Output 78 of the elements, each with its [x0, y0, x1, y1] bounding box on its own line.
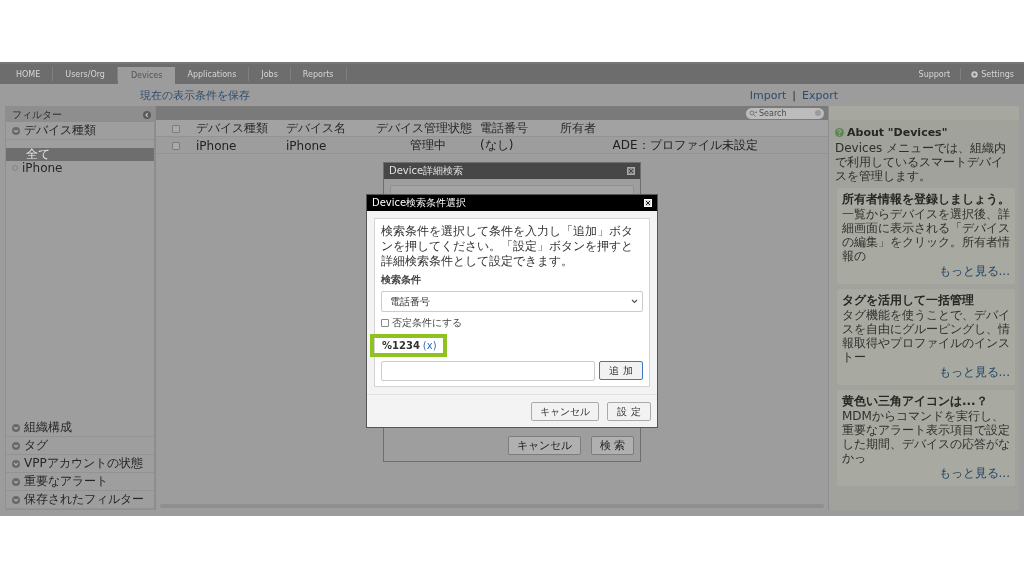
- tip-text: MDMからコマンドを実行し、重要なアラート表示項目で設定した期間、デバイスの応答がなかっ: [842, 409, 1010, 465]
- table-cell-text: 管理中: [409, 137, 447, 154]
- add-button[interactable]: 追 加: [599, 361, 643, 380]
- remove-link[interactable]: (x): [422, 340, 437, 351]
- row-checkbox[interactable]: [172, 141, 180, 150]
- chevron-icon: [12, 441, 20, 450]
- chevron-icon: [12, 477, 20, 486]
- tip-title: 黄色い三角アイコンは...？: [842, 394, 989, 408]
- more-link[interactable]: もっと見る...: [938, 263, 1010, 280]
- table-cell-text: iPhone: [196, 138, 238, 153]
- filter-item[interactable]: 全て: [6, 148, 154, 161]
- instruction-text: 検索条件を選択して条件を入力し「追加」ボタンを押してください。「設定」ボタンを押すと詳細検索条件として設定できます。: [381, 224, 634, 269]
- nav-link[interactable]: Settings: [960, 68, 1024, 80]
- select-all-checkbox[interactable]: [172, 124, 180, 133]
- filter-section-label: タグ: [24, 437, 48, 454]
- filter-title: フィルター: [12, 107, 62, 122]
- dialog-title: Device検索条件選択: [372, 196, 467, 210]
- column-header[interactable]: デバイス種類: [196, 120, 286, 137]
- filter-section[interactable]: 保存されたフィルター: [6, 491, 154, 509]
- nav-tab[interactable]: Users/Org: [53, 67, 118, 81]
- table-cell-text: (なし): [480, 137, 515, 154]
- filter-section[interactable]: 組織構成: [6, 419, 154, 437]
- chevron-down-icon: [631, 299, 638, 304]
- gear-icon: [971, 70, 979, 78]
- filter-section-label: 組織構成: [24, 419, 72, 436]
- table-cell-text: ADE：プロファイル未設定: [611, 137, 759, 154]
- filter-section[interactable]: 重要なアラート: [6, 473, 154, 491]
- help-icon: [835, 128, 844, 137]
- nav-tab[interactable]: Jobs: [249, 67, 291, 81]
- search-icon: [749, 109, 757, 117]
- close-icon[interactable]: [644, 199, 652, 207]
- tip-text: タグ機能を使うことで、デバイスを自由にグルーピングし、情報取得やプロファイルのインストー: [842, 308, 1010, 364]
- tip-text: 一覧からデバイスを選択後、詳細画面に表示される「デバイスの編集」をクリック。所有者情報の: [842, 207, 1010, 263]
- nav-tab[interactable]: Reports: [290, 67, 347, 81]
- filter-item[interactable]: iPhone: [6, 161, 154, 174]
- filter-section-label: VPPアカウントの状態: [24, 455, 143, 472]
- field-label: 検索条件: [381, 273, 422, 287]
- nav-tab[interactable]: HOME: [4, 67, 54, 81]
- more-link[interactable]: もっと見る...: [938, 465, 1010, 482]
- panel-intro: Devices メニューでは、組織内で利用しているスマートデバイスを管理します。: [834, 141, 1008, 183]
- tip-title: タグを活用して一括管理: [842, 293, 975, 307]
- filter-section-label: 保存されたフィルター: [24, 491, 144, 508]
- dialog-button[interactable]: 検 索: [590, 436, 634, 455]
- chevron-icon: [12, 459, 20, 468]
- dialog-button[interactable]: 設 定: [607, 402, 651, 421]
- filter-section-label: デバイス種類: [24, 122, 96, 139]
- tip-title: 所有者情報を登録しましょう。: [842, 192, 1010, 206]
- separator: |: [792, 88, 796, 102]
- panel-title: About "Devices": [847, 126, 948, 139]
- dialog-button[interactable]: キャンセル: [507, 436, 581, 455]
- filter-section[interactable]: VPPアカウントの状態: [6, 455, 154, 473]
- condition-select[interactable]: 電話番号: [381, 291, 643, 312]
- chevron-icon: [12, 495, 20, 504]
- condition-value: %1234: [382, 340, 420, 351]
- clear-icon[interactable]: [815, 110, 821, 116]
- table-cell-text: iPhone: [286, 138, 328, 153]
- dialog-title: Device詳細検索: [389, 164, 464, 178]
- more-link[interactable]: もっと見る...: [938, 364, 1010, 381]
- search-field[interactable]: Search: [746, 107, 824, 119]
- filter-section[interactable]: タグ: [6, 437, 154, 455]
- column-header[interactable]: 電話番号: [480, 120, 560, 137]
- column-header[interactable]: デバイス名: [286, 120, 376, 137]
- filter-section[interactable]: デバイス種類: [6, 122, 154, 140]
- checkbox-label: 否定条件にする: [392, 316, 462, 330]
- column-header[interactable]: デバイス管理状態: [376, 120, 480, 137]
- dialog-button[interactable]: キャンセル: [531, 402, 599, 421]
- import-link[interactable]: Import: [749, 88, 787, 102]
- chevron-icon: [12, 423, 20, 432]
- negate-checkbox[interactable]: [381, 319, 389, 327]
- save-view-link[interactable]: 現在の表示条件を保存: [140, 87, 250, 103]
- input-field[interactable]: [381, 361, 595, 381]
- export-link[interactable]: Export: [802, 88, 838, 102]
- column-header[interactable]: 所有者: [560, 120, 810, 137]
- nav-tab[interactable]: Applications: [175, 67, 250, 81]
- chevron-icon: [12, 126, 20, 135]
- collapse-icon[interactable]: [143, 110, 151, 119]
- nav-link[interactable]: Support: [908, 68, 961, 80]
- filter-section-label: 重要なアラート: [24, 473, 108, 490]
